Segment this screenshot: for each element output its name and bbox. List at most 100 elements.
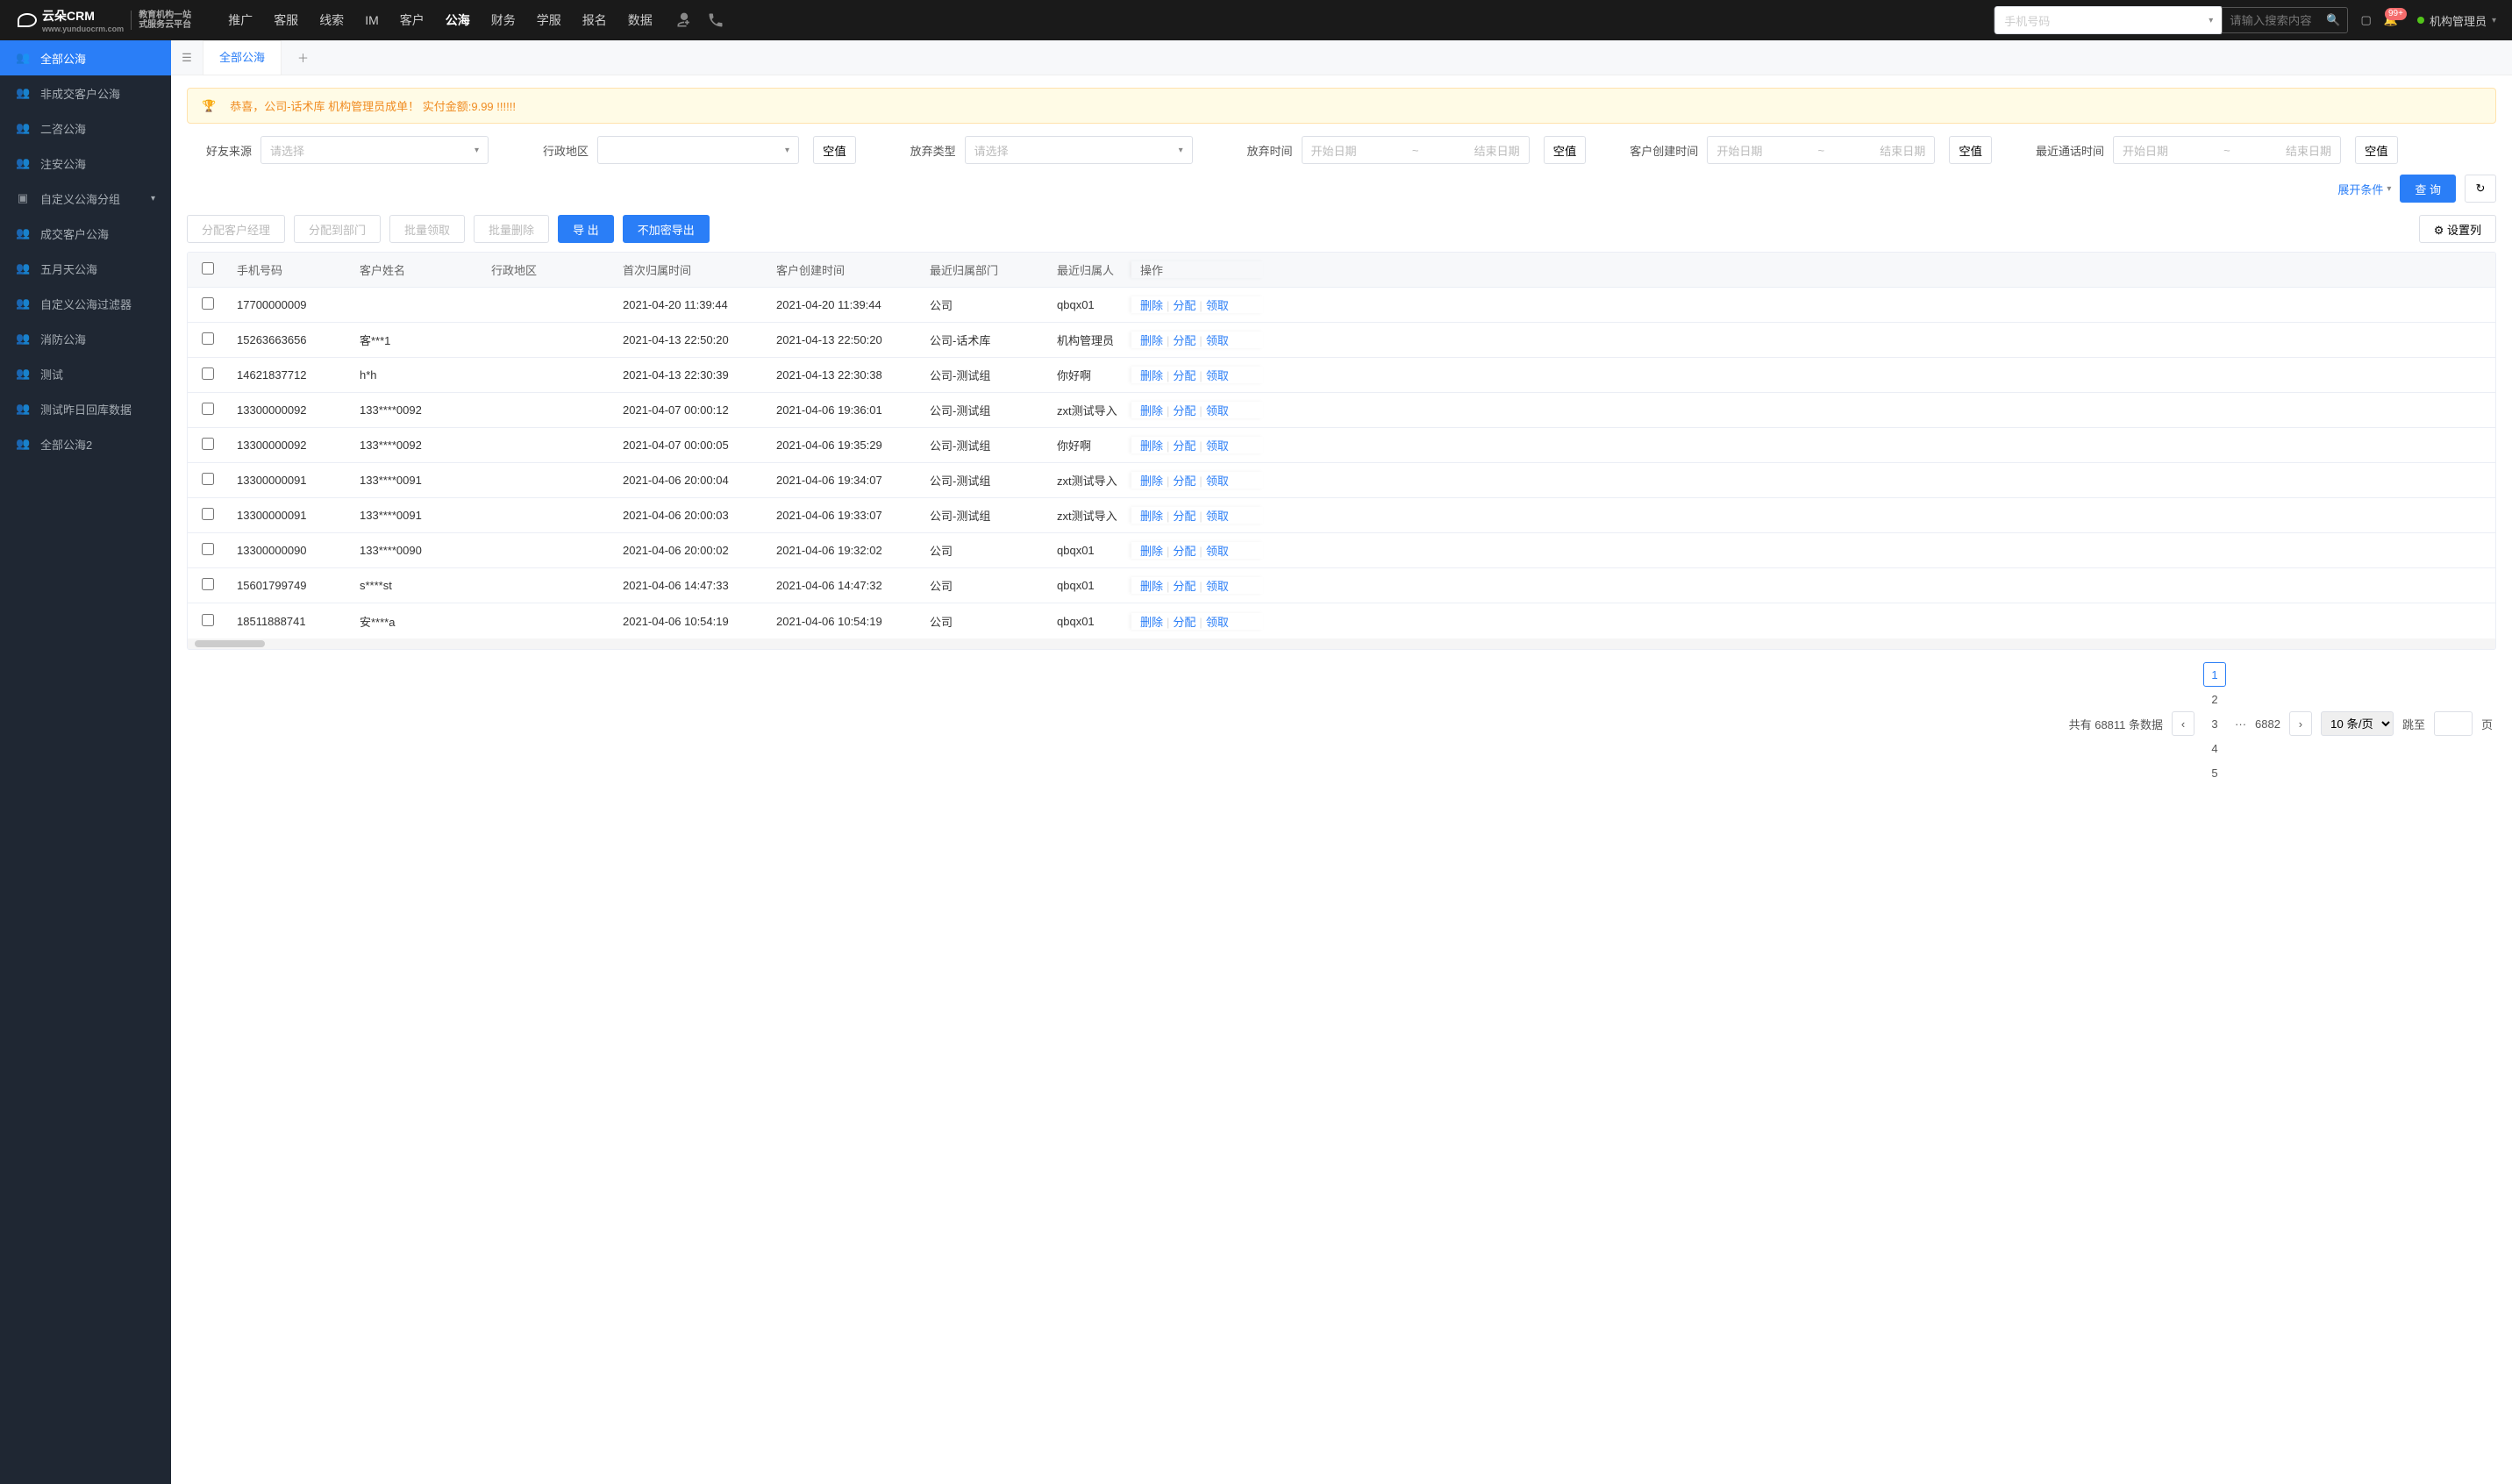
notifications[interactable]: 🔔 99+ [2384,13,2398,27]
row-assign-link[interactable]: 分配 [1173,474,1195,488]
batch-delete-button[interactable]: 批量删除 [474,215,549,243]
assign-manager-button[interactable]: 分配客户经理 [187,215,285,243]
row-claim-link[interactable]: 领取 [1206,510,1229,523]
row-claim-link[interactable]: 领取 [1206,369,1229,382]
logo[interactable]: 云朵CRM www.yunduocrm.com 教育机构一站式服务云平台 [9,7,200,33]
sidebar-item-11[interactable]: 👥全部公海2 [0,426,171,461]
filter-abandon-time-empty-button[interactable]: 空值 [1544,136,1587,164]
page-2[interactable]: 2 [2203,687,2226,711]
select-all-checkbox[interactable] [202,262,214,275]
export-plain-button[interactable]: 不加密导出 [623,215,710,243]
export-button[interactable]: 导 出 [558,215,614,243]
sidebar-item-6[interactable]: 👥五月天公海 [0,251,171,286]
phone-icon[interactable] [707,11,724,29]
row-checkbox[interactable] [202,473,214,485]
row-assign-link[interactable]: 分配 [1173,545,1195,558]
row-checkbox[interactable] [202,508,214,520]
filter-create-time-empty-button[interactable]: 空值 [1949,136,1992,164]
sidebar-item-1[interactable]: 👥非成交客户公海 [0,75,171,111]
page-size-select[interactable]: 10 条/页 [2321,711,2394,736]
assign-dept-button[interactable]: 分配到部门 [294,215,381,243]
row-claim-link[interactable]: 领取 [1206,404,1229,417]
nav-公海[interactable]: 公海 [435,0,481,40]
sidebar-item-5[interactable]: 👥成交客户公海 [0,216,171,251]
row-delete-link[interactable]: 删除 [1140,404,1163,417]
page-last[interactable]: 6882 [2255,711,2280,736]
row-checkbox[interactable] [202,403,214,415]
sidebar-item-9[interactable]: 👥测试 [0,356,171,391]
horizontal-scrollbar[interactable] [188,639,2495,649]
row-claim-link[interactable]: 领取 [1206,299,1229,312]
search-type-select[interactable]: 手机号码▾ [1995,6,2223,34]
row-checkbox[interactable] [202,297,214,310]
row-delete-link[interactable]: 删除 [1140,369,1163,382]
filter-abandon-time-range[interactable]: 开始日期~结束日期 [1302,136,1530,164]
row-claim-link[interactable]: 领取 [1206,580,1229,593]
sidebar-item-0[interactable]: 👥全部公海 [0,40,171,75]
row-delete-link[interactable]: 删除 [1140,334,1163,347]
tab-add[interactable]: ＋ [282,49,325,66]
tab-active[interactable]: 全部公海 [203,40,282,75]
nav-学服[interactable]: 学服 [526,0,572,40]
row-checkbox[interactable] [202,578,214,590]
global-search[interactable]: 手机号码▾ 🔍 [1994,7,2348,33]
sidebar-item-7[interactable]: 👥自定义公海过滤器 [0,286,171,321]
nav-客户[interactable]: 客户 [389,0,435,40]
row-checkbox[interactable] [202,543,214,555]
sidebar-item-2[interactable]: 👥二咨公海 [0,111,171,146]
nav-报名[interactable]: 报名 [572,0,617,40]
row-delete-link[interactable]: 删除 [1140,616,1163,629]
page-4[interactable]: 4 [2203,736,2226,760]
row-claim-link[interactable]: 领取 [1206,545,1229,558]
sidebar-item-3[interactable]: 👥注安公海 [0,146,171,181]
page-5[interactable]: 5 [2203,760,2226,785]
sidebar-item-10[interactable]: 👥测试昨日回库数据 [0,391,171,426]
row-assign-link[interactable]: 分配 [1173,299,1195,312]
add-user-icon[interactable] [675,11,693,29]
row-assign-link[interactable]: 分配 [1173,369,1195,382]
row-checkbox[interactable] [202,614,214,626]
set-columns-button[interactable]: ⚙ 设置列 [2419,215,2496,243]
nav-数据[interactable]: 数据 [617,0,663,40]
row-checkbox[interactable] [202,438,214,450]
filter-friend-source-select[interactable]: 请选择▾ [260,136,489,164]
row-checkbox[interactable] [202,332,214,345]
sidebar-item-4[interactable]: ▣自定义公海分组▾ [0,181,171,216]
page-3[interactable]: 3 [2203,711,2226,736]
collapse-icon[interactable]: ☰ [171,51,203,65]
nav-IM[interactable]: IM [354,0,389,40]
expand-filters-link[interactable]: 展开条件▾ [2337,181,2391,197]
nav-线索[interactable]: 线索 [309,0,354,40]
nav-财务[interactable]: 财务 [481,0,526,40]
filter-call-time-range[interactable]: 开始日期~结束日期 [2113,136,2341,164]
page-1[interactable]: 1 [2203,662,2226,687]
sidebar-item-8[interactable]: 👥消防公海 [0,321,171,356]
row-delete-link[interactable]: 删除 [1140,580,1163,593]
row-claim-link[interactable]: 领取 [1206,334,1229,347]
filter-region-empty-button[interactable]: 空值 [813,136,856,164]
row-checkbox[interactable] [202,367,214,380]
query-button[interactable]: 查 询 [2400,175,2456,203]
row-assign-link[interactable]: 分配 [1173,616,1195,629]
row-claim-link[interactable]: 领取 [1206,616,1229,629]
row-delete-link[interactable]: 删除 [1140,439,1163,453]
refresh-button[interactable]: ↻ [2465,175,2496,203]
batch-claim-button[interactable]: 批量领取 [389,215,465,243]
row-delete-link[interactable]: 删除 [1140,510,1163,523]
row-assign-link[interactable]: 分配 [1173,580,1195,593]
tablet-icon[interactable]: ▢ [2360,13,2371,27]
jump-input[interactable] [2434,711,2473,736]
page-prev[interactable]: ‹ [2172,711,2194,736]
row-assign-link[interactable]: 分配 [1173,404,1195,417]
filter-create-time-range[interactable]: 开始日期~结束日期 [1707,136,1935,164]
nav-客服[interactable]: 客服 [263,0,309,40]
row-assign-link[interactable]: 分配 [1173,334,1195,347]
filter-abandon-type-select[interactable]: 请选择▾ [965,136,1193,164]
row-claim-link[interactable]: 领取 [1206,439,1229,453]
filter-region-select[interactable]: ▾ [597,136,799,164]
user-menu[interactable]: 机构管理员 ▾ [2410,12,2503,29]
filter-call-time-empty-button[interactable]: 空值 [2355,136,2398,164]
row-delete-link[interactable]: 删除 [1140,474,1163,488]
row-delete-link[interactable]: 删除 [1140,299,1163,312]
search-input[interactable] [2223,14,2319,27]
